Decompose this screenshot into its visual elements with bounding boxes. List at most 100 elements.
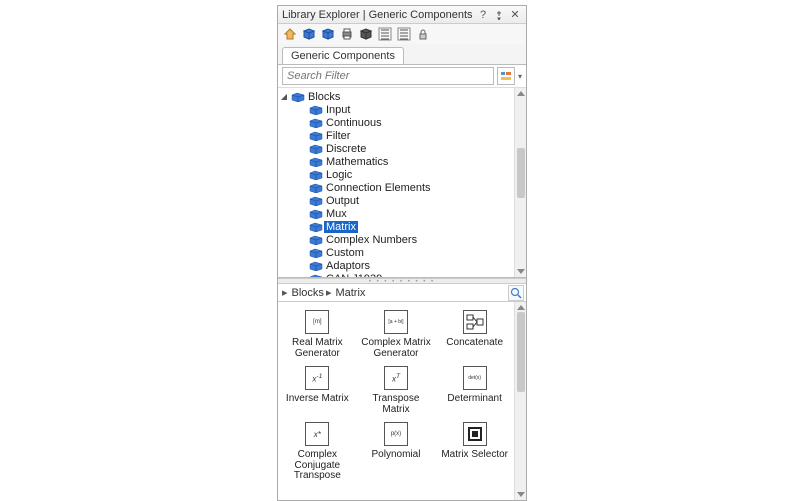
tree-label: Filter bbox=[324, 130, 352, 142]
book-icon bbox=[309, 261, 321, 271]
home-icon[interactable] bbox=[282, 26, 298, 42]
book-icon bbox=[309, 144, 321, 154]
tree-label: Blocks bbox=[306, 91, 342, 103]
tree-node-discrete[interactable]: Discrete bbox=[278, 142, 514, 155]
expand-placeholder bbox=[298, 197, 306, 205]
breadcrumb-search-button[interactable] bbox=[508, 285, 524, 301]
book-dark-icon[interactable] bbox=[358, 26, 374, 42]
tree-node-adaptors[interactable]: Adaptors bbox=[278, 259, 514, 272]
book-blue2-icon[interactable] bbox=[320, 26, 336, 42]
book-icon bbox=[309, 157, 321, 167]
book-icon bbox=[309, 118, 321, 128]
book-icon bbox=[309, 170, 321, 180]
help-button[interactable]: ? bbox=[476, 8, 490, 22]
tree-node-can-j1939[interactable]: CAN J1939 bbox=[278, 272, 514, 278]
book-icon bbox=[309, 209, 321, 219]
tree-node-mux[interactable]: Mux bbox=[278, 207, 514, 220]
breadcrumb-row: ▸ Blocks ▸ Matrix bbox=[278, 284, 526, 302]
book-icon bbox=[309, 248, 321, 258]
tree-node-output[interactable]: Output bbox=[278, 194, 514, 207]
tree-node-input[interactable]: Input bbox=[278, 103, 514, 116]
tree-pane: ◢ Blocks InputContinuousFilterDiscreteMa… bbox=[278, 88, 526, 278]
tab-row: Generic Components bbox=[278, 44, 526, 64]
component-label: Inverse Matrix bbox=[281, 394, 353, 416]
component-complex-conjugate-transpose[interactable]: x* Complex Conjugate Transpose bbox=[278, 420, 357, 472]
tree-label: Adaptors bbox=[324, 260, 372, 272]
tree-node-connection-elements[interactable]: Connection Elements bbox=[278, 181, 514, 194]
component-label: Matrix Selector bbox=[439, 450, 511, 472]
expand-placeholder bbox=[298, 106, 306, 114]
component-inverse-matrix[interactable]: x-1Inverse Matrix bbox=[278, 364, 357, 416]
expand-placeholder bbox=[298, 132, 306, 140]
search-row: ▾ bbox=[278, 64, 526, 88]
window-title: Library Explorer | Generic Components bbox=[282, 9, 473, 21]
list2-icon[interactable] bbox=[396, 26, 412, 42]
component-label: Polynomial bbox=[360, 450, 432, 472]
component-icon: p(x) bbox=[384, 422, 408, 446]
component-label: Transpose Matrix bbox=[360, 394, 432, 416]
tree-label: Connection Elements bbox=[324, 182, 433, 194]
tree-node-filter[interactable]: Filter bbox=[278, 129, 514, 142]
tab-generic-components[interactable]: Generic Components bbox=[282, 47, 404, 64]
component-complex-matrix-generator[interactable]: [a + bi]Complex Matrix Generator bbox=[357, 308, 436, 360]
book-icon bbox=[309, 274, 321, 279]
tree-node-blocks[interactable]: ◢ Blocks bbox=[278, 90, 514, 103]
tree-label: Input bbox=[324, 104, 352, 116]
chevron-right-icon: ▸ bbox=[326, 286, 332, 299]
close-button[interactable]: ✕ bbox=[508, 8, 522, 22]
component-icon: [m] bbox=[305, 310, 329, 334]
component-icon bbox=[463, 310, 487, 334]
component-label: Complex Conjugate Transpose bbox=[281, 450, 353, 472]
component-icon bbox=[463, 422, 487, 446]
tree-node-custom[interactable]: Custom bbox=[278, 246, 514, 259]
tree-label: Logic bbox=[324, 169, 354, 181]
component-real-matrix-generator[interactable]: [m]Real Matrix Generator bbox=[278, 308, 357, 360]
tree-node-mathematics[interactable]: Mathematics bbox=[278, 155, 514, 168]
grid-scrollbar[interactable] bbox=[514, 302, 526, 500]
component-matrix-selector[interactable]: Matrix Selector bbox=[435, 420, 514, 472]
scroll-thumb[interactable] bbox=[517, 312, 525, 392]
component-icon: xT bbox=[384, 366, 408, 390]
filter-button[interactable] bbox=[497, 67, 515, 85]
component-icon: x* bbox=[305, 422, 329, 446]
expand-placeholder bbox=[298, 145, 306, 153]
component-concatenate[interactable]: Concatenate bbox=[435, 308, 514, 360]
pin-button[interactable] bbox=[492, 8, 506, 22]
component-polynomial[interactable]: p(x) Polynomial bbox=[357, 420, 436, 472]
expand-placeholder bbox=[298, 262, 306, 270]
tree-label: Continuous bbox=[324, 117, 384, 129]
expand-placeholder bbox=[298, 210, 306, 218]
component-determinant[interactable]: det(x)Determinant bbox=[435, 364, 514, 416]
breadcrumb-blocks[interactable]: Blocks ▸ bbox=[290, 286, 334, 299]
tree-label: CAN J1939 bbox=[324, 273, 384, 279]
breadcrumb-label: Blocks bbox=[292, 287, 324, 299]
expand-placeholder bbox=[298, 236, 306, 244]
scroll-thumb[interactable] bbox=[517, 148, 525, 198]
filter-dropdown-icon[interactable]: ▾ bbox=[518, 72, 522, 81]
tree-label: Custom bbox=[324, 247, 366, 259]
breadcrumb-root-arrow[interactable]: ▸ bbox=[280, 286, 290, 299]
component-grid-pane: [m]Real Matrix Generator[a + bi]Complex … bbox=[278, 302, 526, 500]
tree-node-logic[interactable]: Logic bbox=[278, 168, 514, 181]
book-icon bbox=[309, 131, 321, 141]
expand-placeholder bbox=[298, 223, 306, 231]
list-icon[interactable] bbox=[377, 26, 393, 42]
component-transpose-matrix[interactable]: xT Transpose Matrix bbox=[357, 364, 436, 416]
breadcrumb-matrix[interactable]: Matrix bbox=[333, 287, 367, 299]
expand-placeholder bbox=[298, 171, 306, 179]
titlebar: Library Explorer | Generic Components ? … bbox=[278, 6, 526, 24]
tree-node-continuous[interactable]: Continuous bbox=[278, 116, 514, 129]
book-icon bbox=[309, 222, 321, 232]
book-blue-icon[interactable] bbox=[301, 26, 317, 42]
print-icon[interactable] bbox=[339, 26, 355, 42]
tree-node-matrix[interactable]: Matrix bbox=[278, 220, 514, 233]
folder-icon bbox=[291, 92, 303, 102]
lock-icon[interactable] bbox=[415, 26, 431, 42]
expand-placeholder bbox=[298, 275, 306, 279]
component-icon: det(x) bbox=[463, 366, 487, 390]
tree-node-complex-numbers[interactable]: Complex Numbers bbox=[278, 233, 514, 246]
collapse-icon[interactable]: ◢ bbox=[280, 93, 288, 101]
search-input[interactable] bbox=[282, 67, 494, 85]
component-label: Complex Matrix Generator bbox=[360, 338, 432, 360]
tree-scrollbar[interactable] bbox=[514, 88, 526, 277]
